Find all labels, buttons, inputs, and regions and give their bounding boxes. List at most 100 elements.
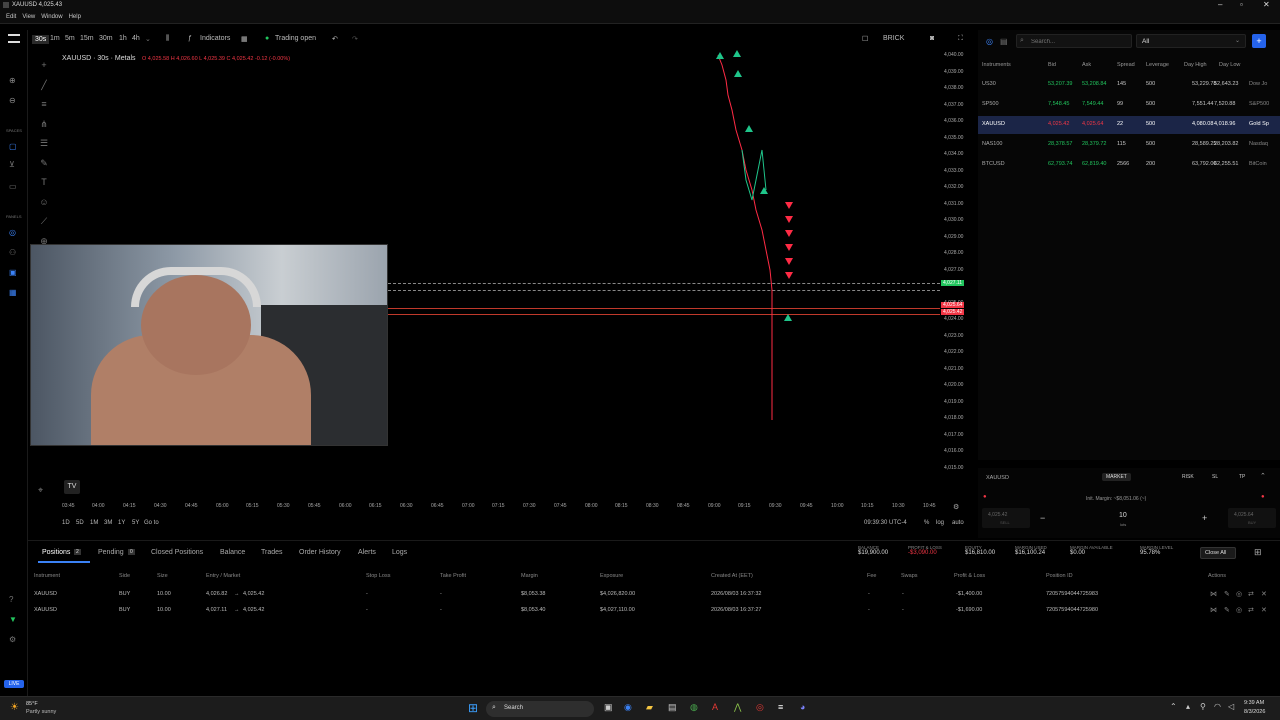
close-position-icon[interactable]: ✕ bbox=[1261, 590, 1267, 598]
calendar-icon[interactable]: ▦ bbox=[9, 288, 17, 297]
range-3m[interactable]: 3M bbox=[104, 520, 112, 526]
app2-icon[interactable]: ◎ bbox=[756, 702, 764, 713]
tab-balance[interactable]: Balance bbox=[220, 549, 245, 556]
filter-select[interactable]: All ⌄ bbox=[1136, 34, 1246, 48]
emoji-tool-icon[interactable]: ☺ bbox=[38, 193, 50, 213]
close-position-icon[interactable]: ✕ bbox=[1261, 606, 1267, 614]
wifi-icon[interactable]: ◠ bbox=[1214, 702, 1221, 711]
redo-icon[interactable]: ↷ bbox=[352, 35, 358, 43]
chat-icon[interactable]: ▢ bbox=[9, 142, 17, 151]
buy-button[interactable]: 4,025.64 BUY bbox=[1228, 508, 1276, 528]
target-icon[interactable]: ◎ bbox=[1236, 606, 1242, 614]
close-all-button[interactable]: Close All bbox=[1200, 547, 1236, 559]
price-axis[interactable]: 4,040.00 4,039.00 4,038.00 4,037.00 4,03… bbox=[940, 50, 976, 500]
brush-tool-icon[interactable]: ✎ bbox=[38, 154, 50, 174]
reverse-icon[interactable]: ⇄ bbox=[1248, 606, 1254, 614]
camera-icon[interactable]: ◙ bbox=[930, 35, 934, 42]
tab-order-history[interactable]: Order History bbox=[299, 549, 341, 556]
watchlist-icon[interactable]: ◎ bbox=[9, 228, 16, 237]
range-1m[interactable]: 1M bbox=[90, 520, 98, 526]
square-icon[interactable]: ☐ bbox=[862, 35, 868, 43]
settings-gear-icon[interactable]: ⚙ bbox=[953, 503, 959, 511]
line-tool-icon[interactable]: ╱ bbox=[38, 76, 50, 96]
zoom-out-icon[interactable]: ⊖ bbox=[9, 96, 16, 105]
grid-layout-icon[interactable]: ⊞ bbox=[1254, 547, 1262, 558]
volume-icon[interactable]: ◁ bbox=[1228, 702, 1234, 711]
tray-chevron-icon[interactable]: ⌃ bbox=[1170, 702, 1177, 711]
tf-15m[interactable]: 15m bbox=[80, 35, 94, 42]
share-icon[interactable]: ⋈ bbox=[1210, 590, 1217, 598]
menu-edit[interactable]: Edit bbox=[6, 11, 16, 24]
tf-30m[interactable]: 30m bbox=[99, 35, 113, 42]
search-input[interactable] bbox=[1031, 37, 1126, 46]
risk-toggle[interactable]: RISK bbox=[1182, 474, 1194, 480]
menu-help[interactable]: Help bbox=[69, 11, 81, 24]
candle-type-icon[interactable]: ⫼ bbox=[166, 35, 169, 43]
increase-lots-button[interactable]: + bbox=[1202, 513, 1207, 523]
order-type-select[interactable]: MARKET bbox=[1102, 473, 1131, 481]
chrome-icon[interactable]: ◍ bbox=[690, 702, 698, 713]
percent-scale-toggle[interactable]: % bbox=[924, 520, 929, 526]
grid-icon[interactable]: ▤ bbox=[1000, 37, 1008, 46]
tp-toggle[interactable]: TP bbox=[1239, 474, 1245, 480]
settings-icon[interactable]: ⚙ bbox=[9, 635, 16, 644]
zoom-in-icon[interactable]: ⊕ bbox=[9, 76, 16, 85]
text-tool-icon[interactable]: T bbox=[38, 173, 50, 193]
tab-trades[interactable]: Trades bbox=[261, 549, 283, 556]
help-icon[interactable]: ? bbox=[9, 595, 13, 604]
decrease-lots-button[interactable]: − bbox=[1040, 513, 1045, 523]
share-icon[interactable]: ⋈ bbox=[1210, 606, 1217, 614]
menu-window[interactable]: Window bbox=[41, 11, 62, 24]
menu-icon[interactable] bbox=[8, 34, 20, 43]
range-5y[interactable]: 5Y bbox=[132, 520, 139, 526]
range-5d[interactable]: 5D bbox=[76, 520, 84, 526]
sell-button[interactable]: 4,025.42 SELL bbox=[982, 508, 1030, 528]
crypto-icon[interactable]: ⚇ bbox=[9, 248, 16, 257]
discord-icon[interactable]: ◕ bbox=[800, 702, 805, 712]
tab-pending[interactable]: Pending bbox=[98, 549, 124, 556]
tab-alerts[interactable]: Alerts bbox=[358, 549, 376, 556]
range-1d[interactable]: 1D bbox=[62, 520, 70, 526]
minimize-icon[interactable]: – bbox=[1218, 0, 1222, 9]
edge-icon[interactable]: ◉ bbox=[624, 702, 632, 713]
ruler-tool-icon[interactable]: ⟋ bbox=[38, 212, 50, 232]
range-1y[interactable]: 1Y bbox=[118, 520, 125, 526]
table-row[interactable]: XAUUSD BUY 10.00 4,027.11 → 4,025.42 - -… bbox=[28, 603, 1280, 619]
weather-icon[interactable]: ☀ bbox=[10, 702, 19, 713]
tf-5m[interactable]: 5m bbox=[65, 35, 75, 42]
positions-icon[interactable]: ▣ bbox=[9, 268, 17, 277]
tf-1m[interactable]: 1m bbox=[50, 35, 60, 42]
watchlist-row[interactable]: US30 53,207.39 53,208.84 145 500 53,229.… bbox=[978, 76, 1280, 94]
add-instrument-button[interactable]: + bbox=[1252, 34, 1266, 48]
taskbar-search[interactable]: ⌕ Search bbox=[486, 701, 594, 717]
indicators-button[interactable]: Indicators bbox=[200, 35, 230, 42]
tab-positions[interactable]: Positions bbox=[42, 549, 70, 556]
close-icon[interactable]: ✕ bbox=[1263, 0, 1270, 9]
window-icon[interactable]: ▭ bbox=[9, 182, 17, 191]
table-row[interactable]: XAUUSD BUY 10.00 4,026.82 → 4,025.42 - -… bbox=[28, 587, 1280, 603]
edit-icon[interactable]: ✎ bbox=[1224, 590, 1230, 598]
tab-closed-positions[interactable]: Closed Positions bbox=[151, 549, 203, 556]
watchlist-row[interactable]: BTCUSD 62,793.74 62,819.40 2566 200 63,7… bbox=[978, 156, 1280, 174]
chevron-down-icon[interactable]: ⌄ bbox=[145, 35, 151, 43]
shield-icon[interactable]: ▼ bbox=[9, 615, 17, 624]
refresh-icon[interactable]: ◎ bbox=[986, 37, 993, 46]
tab-logs[interactable]: Logs bbox=[392, 549, 407, 556]
crosshair-icon[interactable]: + bbox=[38, 56, 50, 76]
pitchfork-tool-icon[interactable]: ⋔ bbox=[38, 115, 50, 135]
search-box[interactable]: ⌕ bbox=[1016, 34, 1132, 48]
start-icon[interactable]: ⊞ bbox=[468, 701, 478, 715]
target-icon[interactable]: ◎ bbox=[1236, 590, 1242, 598]
watchlist-row-selected[interactable]: XAUUSD 4,025.42 4,025.64 22 500 4,080.08… bbox=[978, 116, 1280, 134]
trading-app-icon[interactable]: ≡ bbox=[778, 702, 783, 712]
watchlist-row[interactable]: NAS100 28,378.57 28,379.72 115 500 28,58… bbox=[978, 136, 1280, 154]
store-icon[interactable]: ▤ bbox=[668, 702, 677, 713]
collapse-icon[interactable]: ⌃ bbox=[1260, 472, 1266, 480]
trash-icon[interactable]: ⌖ bbox=[38, 485, 43, 496]
chart-type-select[interactable]: BRICK bbox=[883, 35, 904, 42]
lots-input[interactable]: 10 bbox=[1119, 512, 1127, 519]
time-axis[interactable]: 03:45 04:00 04:15 04:30 04:45 05:00 05:1… bbox=[28, 500, 976, 514]
fullscreen-icon[interactable]: ⛶ bbox=[958, 35, 963, 43]
hlines-tool-icon[interactable]: ≡ bbox=[38, 95, 50, 115]
sl-toggle[interactable]: SL bbox=[1212, 474, 1218, 480]
